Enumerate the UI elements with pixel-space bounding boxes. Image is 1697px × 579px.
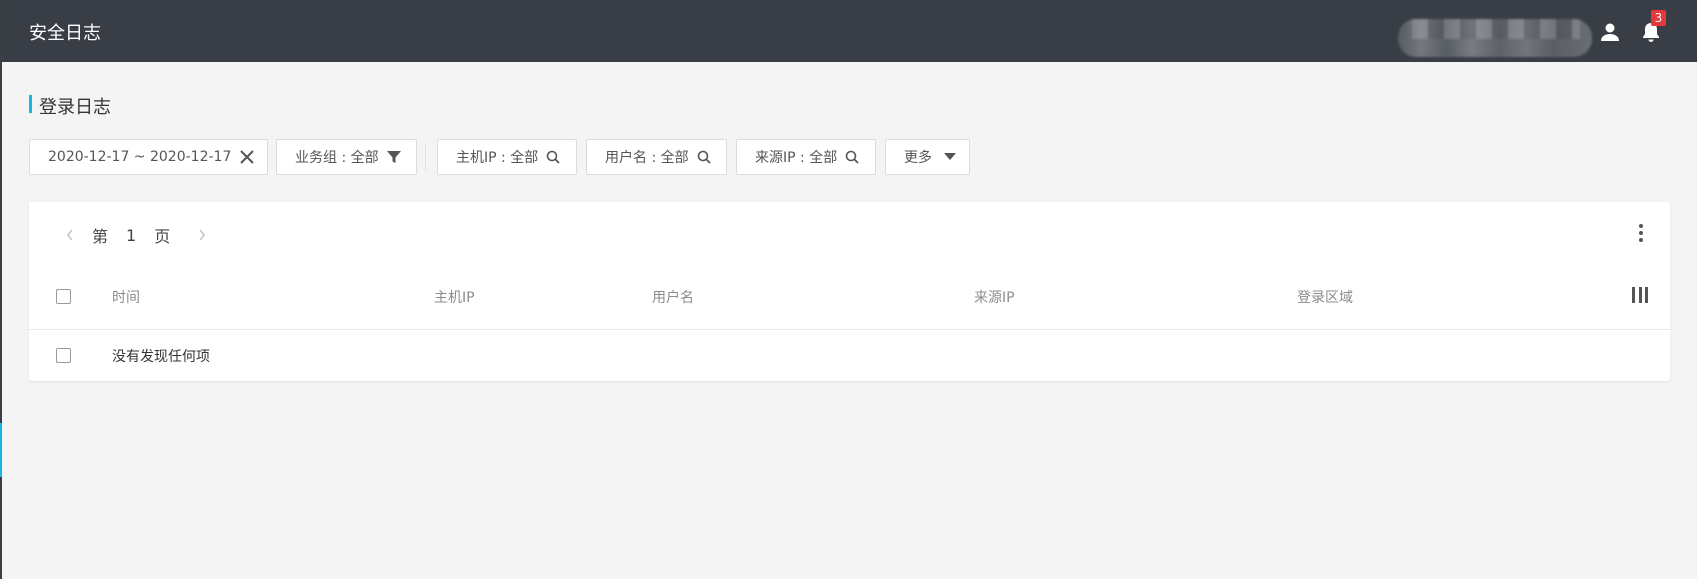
pagination: 第 1 页: [62, 223, 210, 247]
log-table-card: 第 1 页 时间 主机IP 用户名 来源IP 登录区域 没有发现任何项: [29, 202, 1670, 381]
username-blurred: [1398, 19, 1592, 57]
host-ip-label: 主机IP : 全部: [456, 150, 539, 166]
empty-state-text: 没有发现任何项: [112, 349, 210, 365]
left-rail: [0, 0, 2, 579]
page-number[interactable]: 1: [126, 226, 136, 245]
filter-divider: [425, 143, 426, 171]
page-suffix: 页: [154, 227, 171, 246]
table-row: 没有发现任何项: [29, 331, 1670, 381]
column-host-ip[interactable]: 主机IP: [434, 287, 475, 307]
business-group-label: 业务组 : 全部: [295, 150, 379, 166]
table-header: 时间 主机IP 用户名 来源IP 登录区域: [29, 263, 1670, 330]
left-rail-accent: [0, 423, 2, 477]
more-vertical-icon[interactable]: [1636, 222, 1646, 244]
caret-down-icon: [944, 153, 956, 161]
row-checkbox[interactable]: [56, 348, 71, 363]
source-ip-label: 来源IP : 全部: [755, 150, 838, 166]
more-filters-dropdown[interactable]: 更多: [885, 139, 970, 175]
filter-icon: [386, 150, 401, 164]
notification-badge: 3: [1651, 10, 1666, 26]
column-source-ip[interactable]: 来源IP: [974, 287, 1015, 307]
search-icon: [697, 150, 711, 164]
column-login-region[interactable]: 登录区域: [1297, 287, 1353, 307]
chevron-left-icon[interactable]: [62, 227, 78, 243]
search-icon: [845, 150, 859, 164]
more-filters-label: 更多: [904, 150, 932, 166]
user-icon[interactable]: [1598, 20, 1622, 44]
column-username[interactable]: 用户名: [652, 287, 694, 307]
top-bar: 安全日志: [0, 0, 1697, 62]
host-ip-filter[interactable]: 主机IP : 全部: [437, 139, 577, 175]
page-title: 登录日志: [39, 97, 111, 118]
column-time[interactable]: 时间: [112, 287, 140, 307]
section-accent-bar: [29, 95, 32, 113]
page-prefix: 第: [92, 227, 109, 246]
search-icon: [546, 150, 560, 164]
app-title: 安全日志: [29, 23, 101, 44]
username-filter[interactable]: 用户名 : 全部: [586, 139, 727, 175]
username-label: 用户名 : 全部: [605, 150, 689, 166]
columns-icon[interactable]: [1632, 287, 1648, 303]
select-all-checkbox[interactable]: [56, 289, 71, 304]
chevron-right-icon[interactable]: [194, 227, 210, 243]
close-icon[interactable]: [239, 149, 255, 165]
business-group-filter[interactable]: 业务组 : 全部: [276, 139, 417, 175]
source-ip-filter[interactable]: 来源IP : 全部: [736, 139, 876, 175]
date-range-value: 2020-12-17 ~ 2020-12-17: [48, 149, 232, 165]
date-range-filter[interactable]: 2020-12-17 ~ 2020-12-17: [29, 139, 268, 175]
